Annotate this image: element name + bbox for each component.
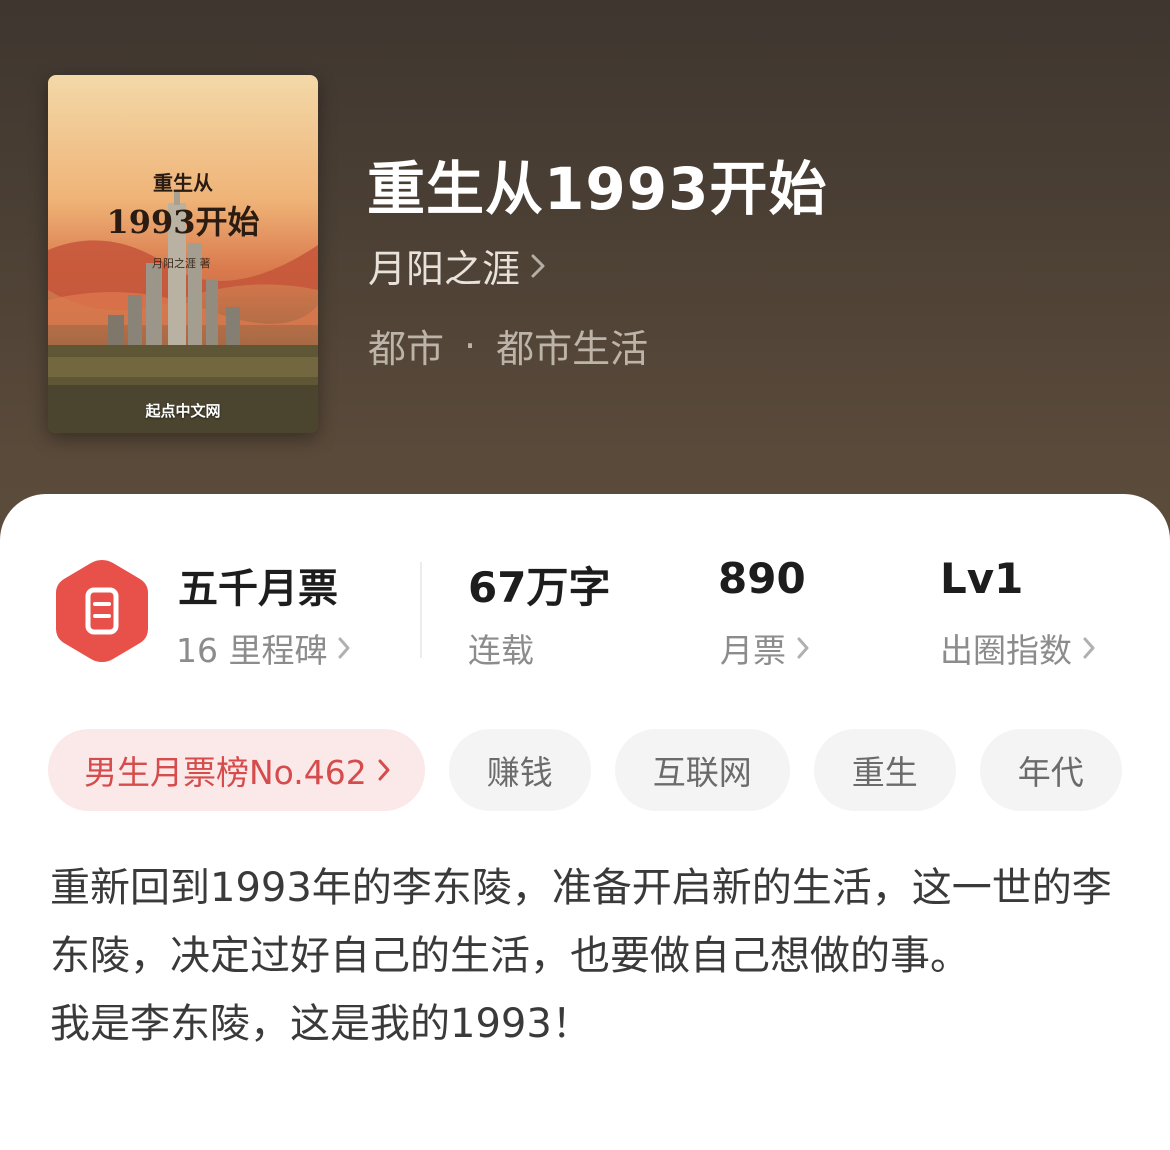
- book-title: 重生从1993开始: [367, 155, 828, 223]
- popularity-level: Lv1: [940, 554, 1024, 603]
- book-detail-page: 重生从 1993开始 月阳之涯 著 起点中文网 重生从1993开始 月阳之涯 都…: [0, 0, 1170, 1150]
- tag-item[interactable]: 互联网: [614, 729, 790, 811]
- cover-title-line1: 重生从: [153, 171, 213, 195]
- popularity-index-link[interactable]: 出圈指数: [940, 624, 1096, 672]
- author-link[interactable]: 月阳之涯: [368, 238, 546, 293]
- genre-main[interactable]: 都市: [368, 318, 444, 373]
- chevron-right-icon: [796, 629, 810, 668]
- rank-label: 男生月票榜No.462: [84, 753, 367, 792]
- cover-publisher-logo: 起点中文网: [145, 402, 221, 420]
- cover-title-line2: 1993开始: [106, 203, 260, 241]
- milestone-count: 16 里程碑: [176, 631, 328, 670]
- book-info-card: 五千月票 16 里程碑 67万字 连载 890 月票 Lv1 出圈指数 男生月票…: [0, 494, 1170, 1150]
- milestone-link[interactable]: 16 里程碑: [176, 624, 351, 672]
- milestone-title: 五千月票: [178, 566, 338, 612]
- tag-item[interactable]: 赚钱: [448, 729, 591, 811]
- word-status: 连载: [468, 631, 534, 670]
- stats-bar: 五千月票 16 里程碑 67万字 连载 890 月票 Lv1 出圈指数: [0, 494, 1170, 694]
- genre-sub[interactable]: 都市生活: [496, 318, 648, 373]
- book-description[interactable]: 重新回到1993年的李东陵，准备开启新的生活，这一世的李东陵，决定过好自己的生活…: [50, 854, 1130, 1058]
- cover-author: 月阳之涯 著: [152, 257, 211, 270]
- chevron-right-icon: [530, 244, 546, 288]
- chevron-right-icon: [1082, 629, 1096, 668]
- ticket-badge-icon[interactable]: [52, 556, 152, 670]
- chevron-right-icon: [337, 629, 351, 668]
- genre-row: 都市 · 都市生活: [368, 318, 648, 373]
- tag-item[interactable]: 年代: [979, 729, 1122, 811]
- rank-tag[interactable]: 男生月票榜No.462: [48, 729, 425, 811]
- genre-separator: ·: [464, 323, 477, 368]
- stats-divider: [420, 562, 422, 658]
- monthly-ticket-count: 890: [718, 554, 806, 603]
- monthly-ticket-link[interactable]: 月票: [720, 624, 810, 672]
- tag-row: 男生月票榜No.462 赚钱 互联网 重生 年代: [48, 729, 1170, 813]
- monthly-ticket-label: 月票: [720, 631, 786, 670]
- chevron-right-icon: [377, 751, 391, 790]
- book-cover[interactable]: 重生从 1993开始 月阳之涯 著 起点中文网: [48, 75, 318, 433]
- tag-item[interactable]: 重生: [813, 729, 956, 811]
- popularity-index-label: 出圈指数: [940, 631, 1072, 670]
- cover-illustration: [48, 75, 318, 433]
- description-paragraph: 重新回到1993年的李东陵，准备开启新的生活，这一世的李东陵，决定过好自己的生活…: [50, 865, 1112, 979]
- word-count: 67万字: [468, 563, 611, 612]
- description-paragraph: 我是李东陵，这是我的1993！: [50, 1001, 592, 1047]
- author-name: 月阳之涯: [368, 247, 521, 291]
